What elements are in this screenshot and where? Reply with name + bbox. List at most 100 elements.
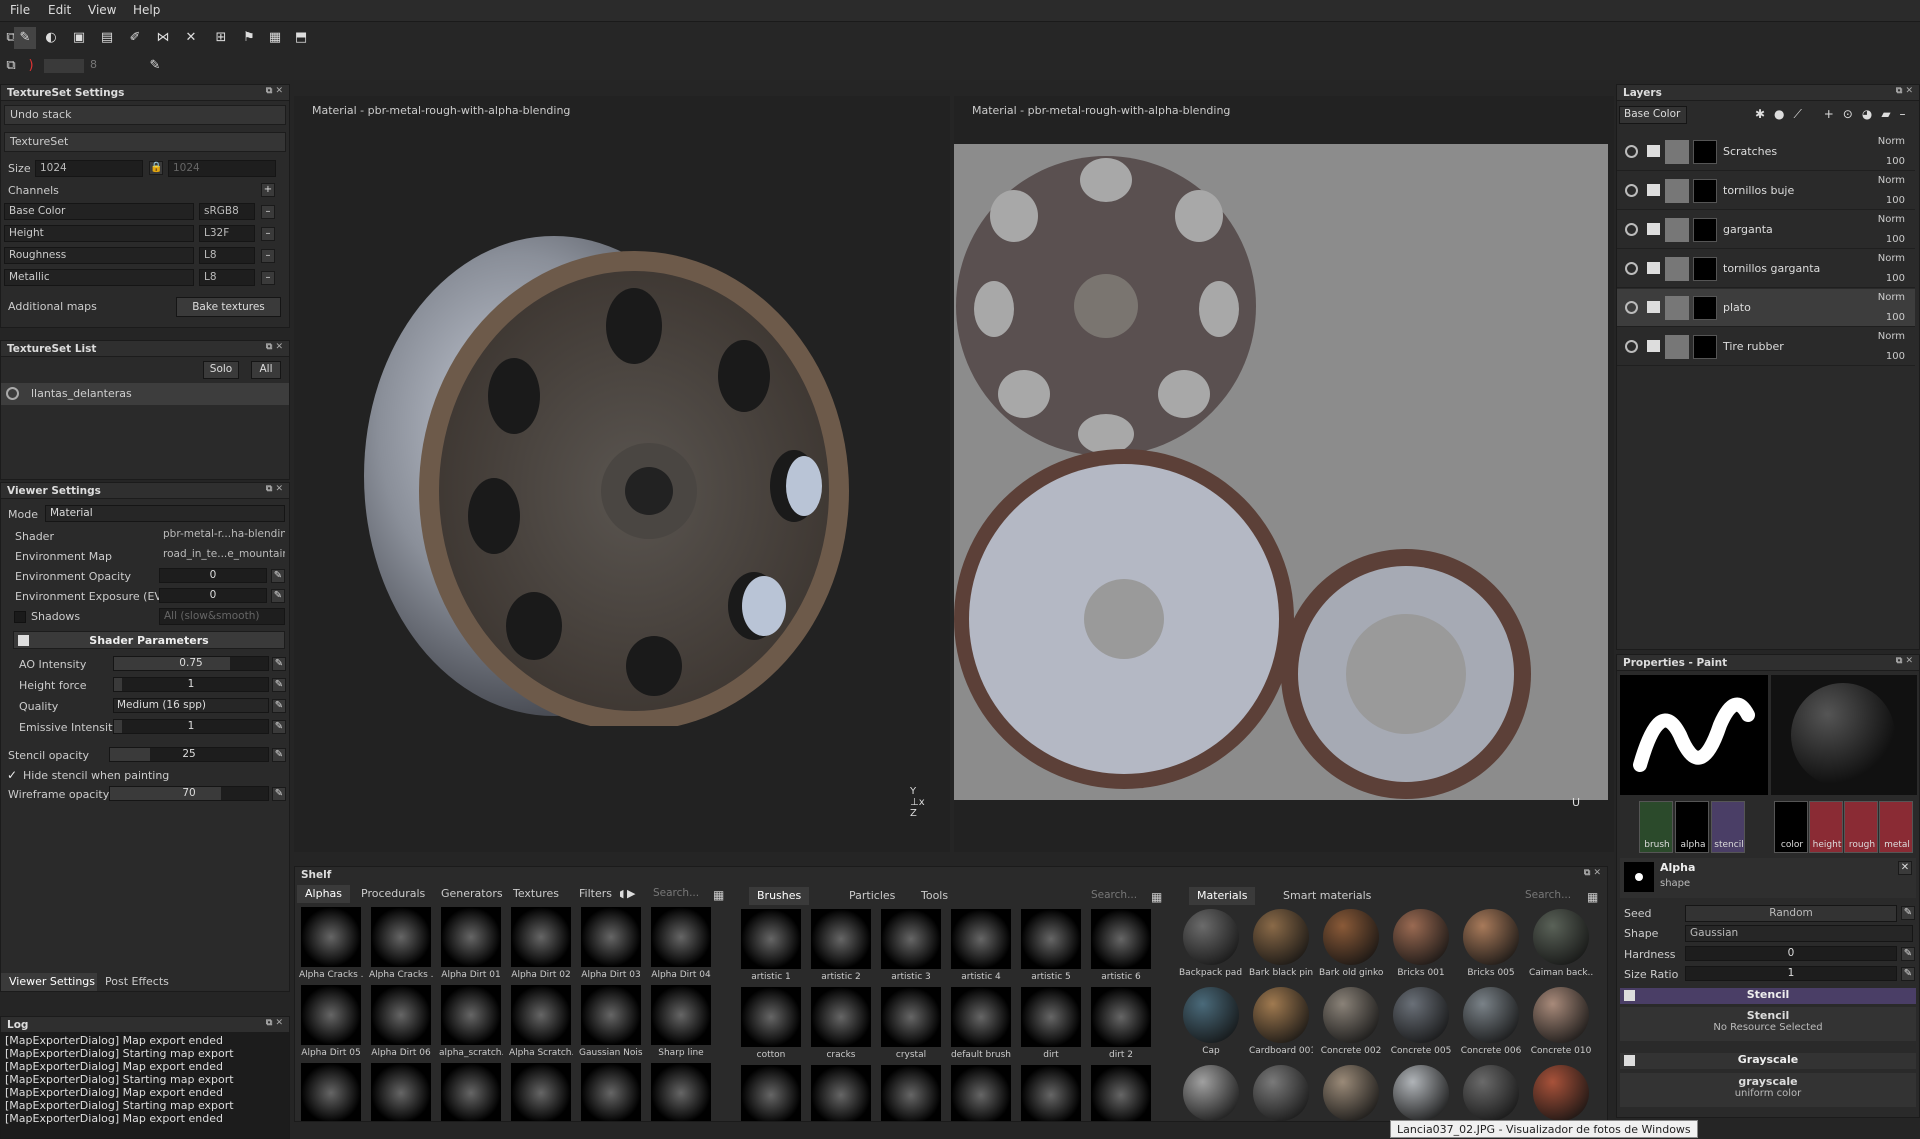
shelf-item[interactable]: Alpha Dirt 04 xyxy=(649,907,713,980)
solo-button[interactable]: Solo xyxy=(203,361,239,379)
menu-view[interactable]: View xyxy=(88,3,116,17)
alphas-search-input[interactable]: Search... xyxy=(649,886,707,904)
shelf-item[interactable] xyxy=(509,1063,573,1121)
shader-parameters-checkbox[interactable] xyxy=(18,635,29,646)
edit-icon[interactable]: ✎ xyxy=(272,720,286,734)
shape-select[interactable]: Gaussian xyxy=(1685,925,1913,942)
channel-select[interactable]: Base Color xyxy=(1619,106,1687,124)
layer-row[interactable]: garganta Norm 100 xyxy=(1617,211,1915,249)
size-select[interactable]: 1024 xyxy=(35,160,143,177)
stencil-section[interactable]: Stencil No Resource Selected xyxy=(1620,1007,1916,1041)
panel-close-icon[interactable]: ⧉ ✕ xyxy=(266,86,283,96)
edit-icon[interactable]: ✎ xyxy=(272,699,286,713)
layer-row[interactable]: plato Norm 100 xyxy=(1617,289,1915,327)
channel-format-select[interactable]: L8 xyxy=(199,247,255,264)
tab-materials[interactable]: Materials xyxy=(1189,887,1256,905)
layer-tools-icons[interactable]: ✱●⟋ +⊙◕▰– xyxy=(1755,107,1915,122)
mode-select[interactable]: Material xyxy=(45,505,285,522)
shadows-checkbox[interactable] xyxy=(14,611,26,623)
shelf-item[interactable]: dirt 2 xyxy=(1089,987,1153,1060)
panel-close-icon[interactable]: ⧉ ✕ xyxy=(266,342,283,352)
hardness-slider[interactable]: 0 xyxy=(1685,946,1897,961)
shelf-item[interactable]: Concrete 006 xyxy=(1459,987,1523,1056)
grayscale-checkbox[interactable] xyxy=(1624,1055,1635,1066)
tab-smart-materials[interactable]: Smart materials xyxy=(1275,887,1380,905)
edit-icon[interactable]: ✎ xyxy=(272,657,286,671)
eye-icon[interactable] xyxy=(1625,340,1638,353)
channel-name[interactable]: Metallic xyxy=(4,269,194,286)
env-exposure-slider[interactable]: 0 xyxy=(159,588,267,603)
env-opacity-slider[interactable]: 0 xyxy=(159,568,267,583)
shelf-item[interactable]: Alpha Dirt 06 xyxy=(369,985,433,1058)
shelf-item[interactable]: artistic 5 xyxy=(1019,909,1083,982)
eye-icon[interactable] xyxy=(1625,184,1638,197)
textureset-button[interactable]: TextureSet xyxy=(4,132,286,152)
edit-icon[interactable]: ✎ xyxy=(1901,947,1915,961)
shelf-item[interactable]: alpha_scratch... xyxy=(439,985,503,1058)
channel-format-select[interactable]: sRGB8 xyxy=(199,203,255,220)
envmap-value[interactable]: road_in_te...e_mountain xyxy=(159,547,285,564)
panel-close-icon[interactable]: ⧉ ✕ xyxy=(1896,86,1913,96)
shader-parameters-header[interactable]: Shader Parameters xyxy=(13,631,285,649)
remove-channel-icon[interactable]: – xyxy=(261,249,275,263)
shelf-item[interactable] xyxy=(949,1065,1013,1121)
shelf-item[interactable]: Bark old ginko xyxy=(1319,909,1383,978)
clone-icon[interactable]: ▤ xyxy=(96,27,118,49)
log-output[interactable]: [MapExporterDialog] Map export ended [Map… xyxy=(1,1033,289,1138)
shelf-item[interactable] xyxy=(1389,1065,1453,1121)
seed-button[interactable]: Random xyxy=(1685,905,1897,922)
menu-edit[interactable]: Edit xyxy=(48,3,71,17)
paint-brush-icon[interactable]: ✎ xyxy=(14,27,36,49)
size-ratio-slider[interactable]: 1 xyxy=(1685,966,1897,981)
panel-close-icon[interactable]: ⧉ ✕ xyxy=(1584,868,1601,878)
textureset-item[interactable]: llantas_delanteras xyxy=(1,383,289,405)
close-icon[interactable]: ✕ xyxy=(1898,861,1912,875)
grid-view-icon[interactable]: ▦ xyxy=(1151,890,1162,904)
camera-icon[interactable]: ⚑ xyxy=(238,27,260,49)
channel-name[interactable]: Base Color xyxy=(4,203,194,220)
menu-file[interactable]: File xyxy=(10,3,30,17)
channel-name[interactable]: Roughness xyxy=(4,247,194,264)
shelf-item[interactable]: Cardboard 001 xyxy=(1249,987,1313,1056)
layer-row[interactable]: Scratches Norm 100 xyxy=(1617,133,1915,171)
shelf-item[interactable] xyxy=(809,1065,873,1121)
shelf-item[interactable] xyxy=(739,1065,803,1121)
remove-channel-icon[interactable]: – xyxy=(261,271,275,285)
eye-icon[interactable] xyxy=(1625,262,1638,275)
brush-size-edit-icon[interactable]: ✎ xyxy=(144,55,166,77)
channel-format-select[interactable]: L8 xyxy=(199,269,255,286)
mirror-icon[interactable]: ✕ xyxy=(180,27,202,49)
shader-param-slider[interactable]: 1 xyxy=(113,677,269,692)
slot-brush[interactable]: brush xyxy=(1639,801,1673,853)
shelf-item[interactable]: default brush xyxy=(949,987,1013,1060)
slot-height[interactable]: height xyxy=(1809,801,1843,853)
shelf-item[interactable] xyxy=(1249,1065,1313,1121)
shelf-item[interactable]: crystal xyxy=(879,987,943,1060)
remove-channel-icon[interactable]: – xyxy=(261,227,275,241)
render-icon[interactable]: ⬒ xyxy=(290,27,312,49)
tab-textures[interactable]: Textures xyxy=(505,885,567,903)
eraser-icon[interactable]: ◐ xyxy=(40,27,62,49)
shelf-item[interactable] xyxy=(1459,1065,1523,1121)
remove-channel-icon[interactable]: – xyxy=(261,205,275,219)
eye-icon[interactable] xyxy=(1625,145,1638,158)
layer-opacity[interactable]: 100 xyxy=(1886,312,1905,323)
shelf-item[interactable]: Concrete 005 xyxy=(1389,987,1453,1056)
shelf-item[interactable] xyxy=(579,1063,643,1121)
shelf-item[interactable]: Bricks 005 xyxy=(1459,909,1523,978)
layer-blend-mode[interactable]: Norm xyxy=(1878,175,1905,186)
lock-icon[interactable]: 🔒 xyxy=(149,161,163,175)
shelf-item[interactable] xyxy=(1089,1065,1153,1121)
bake-textures-button[interactable]: Bake textures xyxy=(176,297,281,317)
brush-size-bar[interactable] xyxy=(44,59,84,73)
shelf-item[interactable]: cracks xyxy=(809,987,873,1060)
edit-icon[interactable]: ✎ xyxy=(271,569,285,583)
edit-icon[interactable]: ✎ xyxy=(272,787,286,801)
materials-search-input[interactable]: Search... xyxy=(1521,888,1579,906)
tab-generators[interactable]: Generators xyxy=(433,885,511,903)
size-select-2[interactable]: 1024 xyxy=(168,160,276,177)
shelf-item[interactable] xyxy=(1319,1065,1383,1121)
shader-param-slider[interactable]: 0.75 xyxy=(113,656,269,671)
layer-blend-mode[interactable]: Norm xyxy=(1878,214,1905,225)
tab-procedurals[interactable]: Procedurals xyxy=(353,885,434,903)
